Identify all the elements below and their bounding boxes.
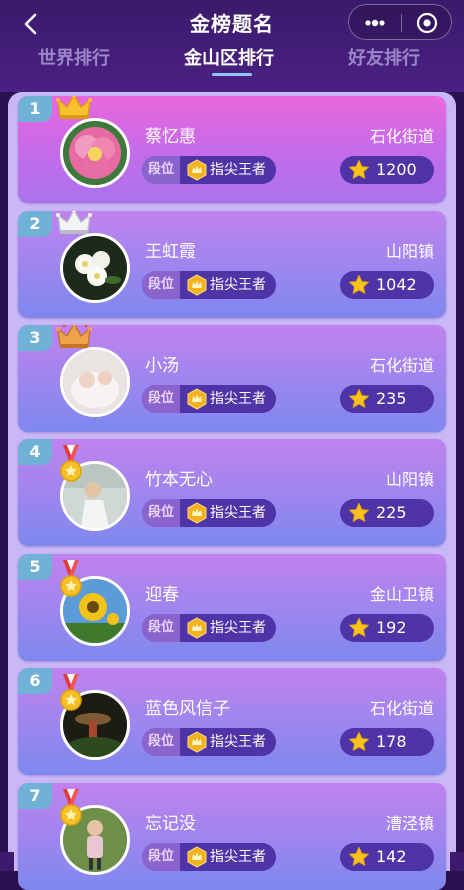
rank-number-badge: 5 bbox=[18, 554, 52, 580]
bottom-edge-left bbox=[0, 852, 14, 871]
tier-badge-icon bbox=[187, 846, 207, 868]
rank-number-badge: 3 bbox=[18, 325, 52, 351]
gold-crown-icon bbox=[56, 96, 92, 119]
score-pill: 235 bbox=[340, 385, 434, 413]
tier-name: 指尖王者 bbox=[210, 734, 266, 750]
score-value: 235 bbox=[376, 389, 407, 408]
ranking-card[interactable]: 4 竹本无心 山阳镇段位 指尖王者 225 bbox=[18, 439, 446, 546]
score-value: 225 bbox=[376, 503, 407, 522]
ranking-card[interactable]: 1 蔡忆惠 石化街道段位 指尖王者 1200 bbox=[18, 96, 446, 203]
score-value: 142 bbox=[376, 847, 407, 866]
tier-label: 段位 bbox=[142, 728, 180, 756]
tab-world-ranking[interactable]: 世界排行 bbox=[38, 44, 110, 70]
score-value: 1200 bbox=[376, 160, 417, 179]
tier-name: 指尖王者 bbox=[210, 277, 266, 293]
score-value: 1042 bbox=[376, 275, 417, 294]
score-pill: 142 bbox=[340, 843, 434, 871]
star-icon bbox=[349, 275, 369, 294]
star-icon bbox=[349, 732, 369, 751]
user-avatar[interactable] bbox=[60, 118, 130, 188]
user-name: 蔡忆惠 bbox=[145, 127, 196, 147]
capsule-divider bbox=[401, 14, 402, 32]
user-name: 迎春 bbox=[145, 585, 179, 605]
tier-badge-icon bbox=[187, 502, 207, 524]
tier-pill: 段位 指尖王者 bbox=[142, 271, 276, 299]
tab-district-ranking[interactable]: 金山区排行 bbox=[184, 44, 274, 70]
tier-badge-icon bbox=[187, 274, 207, 296]
medal-icon bbox=[60, 674, 82, 711]
medal-icon bbox=[60, 560, 82, 597]
score-pill: 178 bbox=[340, 728, 434, 756]
tier-badge-icon bbox=[187, 731, 207, 753]
tier-label: 段位 bbox=[142, 271, 180, 299]
tier-label: 段位 bbox=[142, 614, 180, 642]
tier-name: 指尖王者 bbox=[210, 849, 266, 865]
tier-name: 指尖王者 bbox=[210, 505, 266, 521]
more-dots-icon[interactable] bbox=[359, 11, 391, 35]
rank-number-badge: 1 bbox=[18, 96, 52, 122]
ranking-card[interactable]: 7 忘记没 漕泾镇段位 指尖王者 142 bbox=[18, 783, 446, 890]
user-name: 小汤 bbox=[145, 356, 179, 376]
header-bar: 金榜题名 世界排行 金山区排行 好友排行 bbox=[0, 0, 464, 92]
tier-pill: 段位 指尖王者 bbox=[142, 843, 276, 871]
ranking-card[interactable]: 3 小汤 石化街道段位 指尖王者 235 bbox=[18, 325, 446, 432]
star-icon bbox=[349, 847, 369, 866]
score-value: 178 bbox=[376, 732, 407, 751]
mini-program-capsule bbox=[348, 4, 452, 40]
user-name: 蓝色风信子 bbox=[145, 699, 230, 719]
silver-crown-icon bbox=[56, 211, 92, 234]
tier-badge-icon bbox=[187, 159, 207, 181]
medal-icon bbox=[60, 445, 82, 482]
tier-label: 段位 bbox=[142, 156, 180, 184]
user-avatar[interactable] bbox=[60, 233, 130, 303]
tier-pill: 段位 指尖王者 bbox=[142, 156, 276, 184]
tier-label: 段位 bbox=[142, 843, 180, 871]
bronze-crown-icon bbox=[56, 325, 92, 348]
tier-label: 段位 bbox=[142, 385, 180, 413]
tier-name: 指尖王者 bbox=[210, 620, 266, 636]
rank-number-badge: 6 bbox=[18, 668, 52, 694]
star-icon bbox=[349, 503, 369, 522]
tier-pill: 段位 指尖王者 bbox=[142, 728, 276, 756]
tier-label: 段位 bbox=[142, 499, 180, 527]
tab-friend-ranking[interactable]: 好友排行 bbox=[348, 44, 420, 70]
score-pill: 225 bbox=[340, 499, 434, 527]
target-close-icon[interactable] bbox=[413, 11, 441, 35]
star-icon bbox=[349, 389, 369, 408]
user-name: 王虹霞 bbox=[145, 242, 196, 262]
rank-number-badge: 7 bbox=[18, 783, 52, 809]
tier-pill: 段位 指尖王者 bbox=[142, 614, 276, 642]
score-pill: 1042 bbox=[340, 271, 434, 299]
user-location: 山阳镇 bbox=[385, 242, 434, 261]
user-name: 忘记没 bbox=[145, 814, 196, 834]
tier-badge-icon bbox=[187, 388, 207, 410]
user-location: 山阳镇 bbox=[385, 470, 434, 489]
bottom-edge-right bbox=[450, 852, 464, 871]
tier-name: 指尖王者 bbox=[210, 391, 266, 407]
score-pill: 1200 bbox=[340, 156, 434, 184]
user-location: 金山卫镇 bbox=[369, 585, 434, 604]
score-pill: 192 bbox=[340, 614, 434, 642]
ranking-card[interactable]: 6 蓝色风信子 石化街道段位 指尖王者 178 bbox=[18, 668, 446, 775]
user-location: 石化街道 bbox=[369, 356, 434, 375]
ranking-card[interactable]: 5 迎春 金山卫镇段位 指尖王者 192 bbox=[18, 554, 446, 661]
user-location: 石化街道 bbox=[369, 127, 434, 146]
rank-number-badge: 2 bbox=[18, 211, 52, 237]
active-tab-indicator bbox=[212, 73, 252, 76]
medal-icon bbox=[60, 789, 82, 826]
score-value: 192 bbox=[376, 618, 407, 637]
user-location: 漕泾镇 bbox=[385, 814, 434, 833]
user-name: 竹本无心 bbox=[145, 470, 213, 490]
user-avatar[interactable] bbox=[60, 347, 130, 417]
tier-name: 指尖王者 bbox=[210, 162, 266, 178]
star-icon bbox=[349, 160, 369, 179]
tier-pill: 段位 指尖王者 bbox=[142, 499, 276, 527]
tier-badge-icon bbox=[187, 617, 207, 639]
user-location: 石化街道 bbox=[369, 699, 434, 718]
star-icon bbox=[349, 618, 369, 637]
rank-number-badge: 4 bbox=[18, 439, 52, 465]
ranking-card[interactable]: 2 王虹霞 山阳镇段位 指尖王者 1042 bbox=[18, 211, 446, 318]
tier-pill: 段位 指尖王者 bbox=[142, 385, 276, 413]
